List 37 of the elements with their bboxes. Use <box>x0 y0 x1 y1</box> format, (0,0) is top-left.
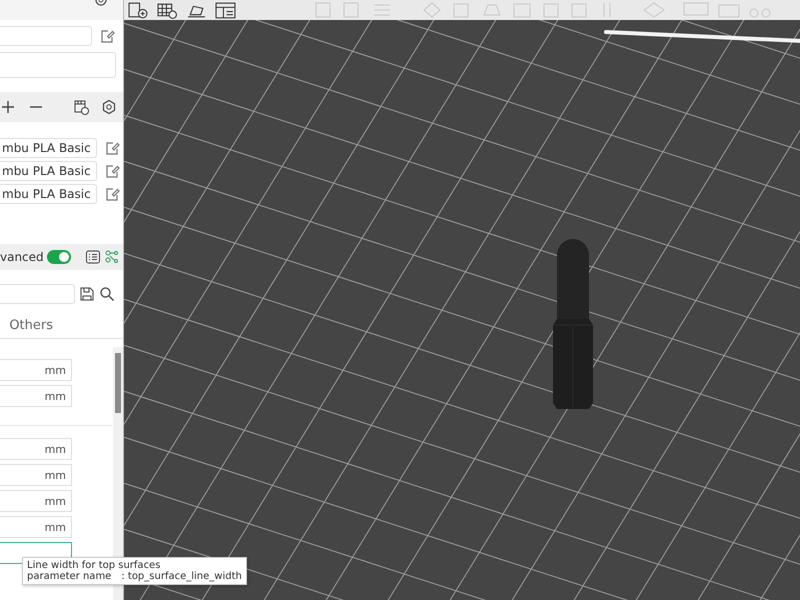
edit-icon[interactable] <box>105 140 121 156</box>
edit-icon[interactable] <box>105 163 121 179</box>
printer-field[interactable] <box>0 26 92 46</box>
nodes-icon[interactable] <box>104 249 120 265</box>
layout-icon[interactable] <box>215 2 236 18</box>
value-field[interactable]: mm <box>0 490 72 512</box>
add-plate-icon[interactable] <box>128 2 149 18</box>
unit-label: mm <box>44 468 66 482</box>
settings-icon[interactable] <box>101 99 117 115</box>
filament-field[interactable]: mbu PLA Basic <box>0 184 97 204</box>
plate-field[interactable] <box>0 52 116 78</box>
unit-label: mm <box>44 520 66 534</box>
unit-label: mm <box>44 494 66 508</box>
unit-label: mm <box>44 442 66 456</box>
advanced-toggle[interactable] <box>46 250 71 264</box>
scrollbar-thumb[interactable] <box>115 353 121 413</box>
parameter-label: parameter name <box>27 571 112 582</box>
plus-icon[interactable] <box>0 99 16 115</box>
save-icon[interactable] <box>79 286 95 302</box>
unit-label: mm <box>44 364 66 376</box>
search-icon[interactable] <box>99 286 115 302</box>
value-field[interactable]: mm <box>0 359 72 381</box>
value-field[interactable]: mm <box>0 464 72 486</box>
filament-field[interactable]: mbu PLA Basic <box>0 138 97 158</box>
parameter-value: : top_surface_line_width <box>121 571 242 582</box>
edit-icon[interactable] <box>100 28 116 44</box>
unit-label: mm <box>44 390 66 402</box>
filament-field[interactable]: mbu PLA Basic <box>0 161 97 181</box>
value-field[interactable]: mm <box>0 438 72 460</box>
edit-icon[interactable] <box>105 186 121 202</box>
settings-tab[interactable]: Others <box>7 316 55 338</box>
list-icon[interactable] <box>85 249 101 265</box>
tooltip-text: Line width for top surfaces <box>27 560 162 571</box>
value-field[interactable]: mm <box>0 516 72 538</box>
value-field[interactable]: mm <box>0 385 72 407</box>
mode-label: vanced <box>0 250 44 264</box>
search-field[interactable] <box>0 284 75 304</box>
